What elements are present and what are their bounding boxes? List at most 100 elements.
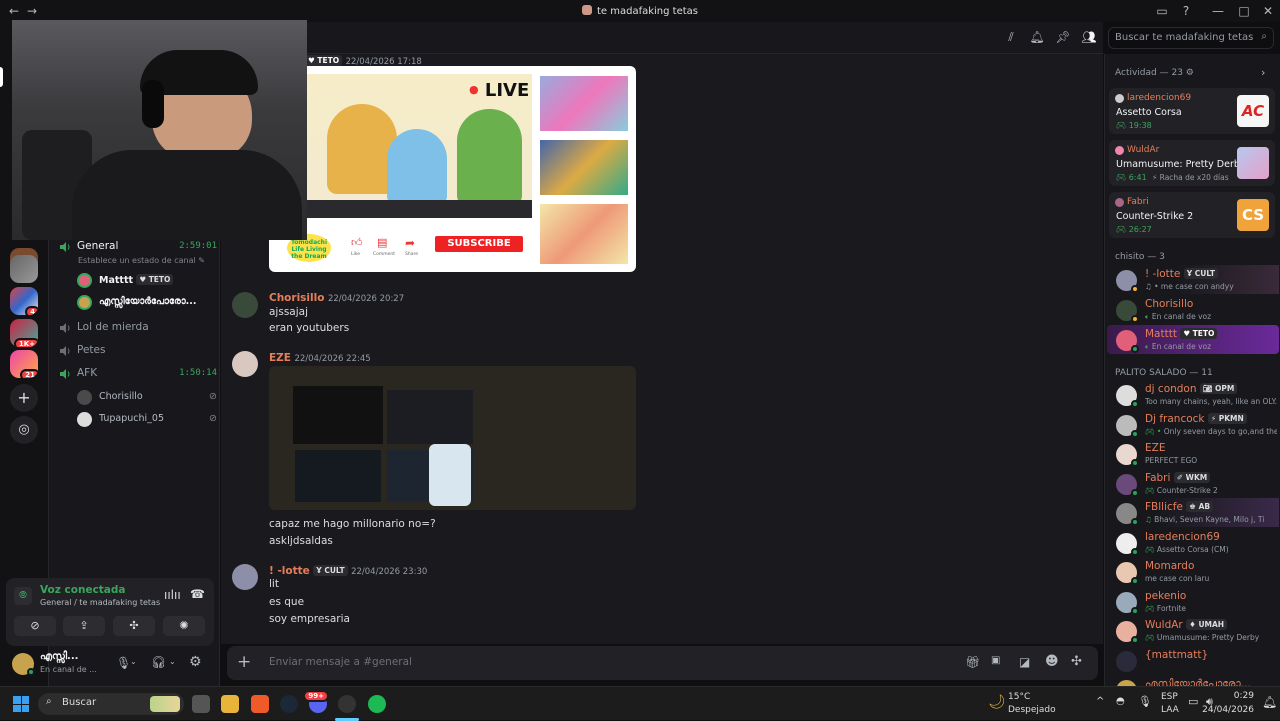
- screen-share-button[interactable]: ⇪: [63, 616, 105, 636]
- network-icon[interactable]: ▭: [1188, 695, 1198, 708]
- inbox-icon[interactable]: ▭: [1154, 3, 1170, 19]
- add-server-icon[interactable]: +: [10, 384, 38, 412]
- server-icon[interactable]: [10, 255, 38, 283]
- voice-user[interactable]: Chorisillo ⊘: [77, 388, 217, 408]
- pin-icon[interactable]: 📌︎: [1055, 30, 1071, 46]
- voice-status[interactable]: Voz conectada: [40, 584, 126, 596]
- bell-icon[interactable]: 🔔︎: [1029, 30, 1045, 46]
- windows-start-icon[interactable]: [13, 696, 29, 712]
- author-name[interactable]: Chorisillo: [269, 292, 324, 304]
- author-name[interactable]: EZE: [269, 352, 291, 364]
- voice-location[interactable]: General / te madafaking tetas: [40, 598, 160, 607]
- member-item[interactable]: laredencion69 🎮︎ Assetto Corsa (CM): [1107, 528, 1279, 557]
- activity-card[interactable]: Fabri Counter-Strike 2 🎮︎ 26:27 CS: [1109, 192, 1275, 238]
- minimize-icon[interactable]: —: [1210, 3, 1226, 19]
- emoji-icon[interactable]: ☻: [1045, 654, 1059, 669]
- file-explorer-icon[interactable]: [221, 695, 239, 713]
- chevron-right-icon[interactable]: ›: [1261, 66, 1265, 79]
- comment-icon[interactable]: ▤: [377, 236, 387, 249]
- microphone-icon[interactable]: 🎙︎: [116, 656, 131, 670]
- member-item[interactable]: {mattmatt}: [1107, 646, 1279, 675]
- avatar[interactable]: [232, 351, 258, 377]
- gear-icon[interactable]: ⚙: [189, 654, 202, 670]
- activities-button[interactable]: ✣: [113, 616, 155, 636]
- member-item[interactable]: Matttt ♥ TETO 🔈︎ En canal de voz: [1107, 325, 1279, 354]
- attach-plus-icon[interactable]: +: [237, 652, 251, 672]
- channel-petes[interactable]: Petes: [59, 343, 217, 361]
- disconnect-icon[interactable]: ☎: [190, 587, 205, 601]
- channel-status[interactable]: Establece un estado de canal ✎: [78, 256, 205, 265]
- apps-icon[interactable]: ✣: [1071, 654, 1082, 669]
- member-item[interactable]: pekenio 🎮︎ Fortnite: [1107, 587, 1279, 616]
- sticker-icon[interactable]: ◪: [1019, 655, 1030, 669]
- camera-off-button[interactable]: ⊘: [14, 616, 56, 636]
- maximize-icon[interactable]: □: [1236, 3, 1252, 19]
- webcam-overlay[interactable]: [12, 20, 307, 240]
- steam-icon[interactable]: [280, 695, 298, 713]
- image-attachment[interactable]: [269, 366, 636, 510]
- help-icon[interactable]: ?: [1178, 3, 1194, 19]
- voice-user[interactable]: Tupapuchi_05 ⊘: [77, 410, 217, 430]
- member-item[interactable]: Dj francock ⚡ PKMN 🎮︎ • Only seven days t…: [1107, 410, 1279, 439]
- avatar[interactable]: [232, 292, 258, 318]
- member-item[interactable]: WuldAr ♦ UMAH 🎮︎ Umamusume: Pretty Derby: [1107, 616, 1279, 645]
- tray-icon[interactable]: ◓: [1116, 696, 1125, 707]
- activity-card[interactable]: WuldAr Umamusume: Pretty Derby 🎮︎ 6:41 ⚡…: [1109, 140, 1275, 186]
- member-item[interactable]: dj condon 📷︎ OPM Too many chains, yeah, l…: [1107, 380, 1279, 409]
- task-view-icon[interactable]: [192, 695, 210, 713]
- server-icon[interactable]: 4: [10, 287, 38, 315]
- clock-date[interactable]: 24/04/2026: [1200, 705, 1254, 715]
- headphones-icon[interactable]: 🎧︎: [151, 655, 166, 669]
- gift-icon[interactable]: 🎁︎: [965, 655, 980, 669]
- video-controls[interactable]: [307, 200, 532, 218]
- channel-lol-de-mierda[interactable]: Lol de mierda: [59, 320, 217, 338]
- channel-afk[interactable]: AFK 1:50:14: [59, 366, 217, 384]
- member-item[interactable]: FBllicfe ♚ AB ♫ Bhavi, Seven Kayne, Milo …: [1107, 498, 1279, 527]
- like-icon[interactable]: 👍︎: [351, 236, 363, 249]
- discover-icon[interactable]: ◎: [10, 416, 38, 444]
- message-input[interactable]: Enviar mensaje a #general: [269, 656, 412, 668]
- language-code[interactable]: ESP: [1161, 692, 1178, 702]
- member-item[interactable]: Momardo me case con laru: [1107, 557, 1279, 586]
- member-item[interactable]: EZE PERFECT EGO: [1107, 439, 1279, 468]
- close-icon[interactable]: ✕: [1260, 3, 1276, 19]
- threads-icon[interactable]: ⫽: [1003, 30, 1019, 46]
- subscribe-button[interactable]: SUBSCRIBE: [435, 236, 523, 252]
- video-embed[interactable]: ● LIVE Tomodachi Life Living the Dream 👍…: [269, 66, 636, 272]
- thumbnail-preview[interactable]: [540, 140, 628, 195]
- search-input[interactable]: Buscar te madafaking tetas ⌕: [1108, 27, 1274, 49]
- voice-user[interactable]: Matttt ♥ TETO: [77, 271, 217, 291]
- obs-icon[interactable]: [338, 695, 356, 713]
- spotify-icon[interactable]: [368, 695, 386, 713]
- chevron-down-icon[interactable]: ⌄: [130, 657, 137, 666]
- discord-icon[interactable]: 99+: [303, 690, 329, 713]
- thumbnail-preview[interactable]: [540, 76, 628, 131]
- server-icon[interactable]: 21: [10, 350, 38, 378]
- weather-temp[interactable]: 15°C: [1008, 692, 1030, 702]
- brave-icon[interactable]: [251, 695, 269, 713]
- member-item[interactable]: Fabri ✐ WKM 🎮︎ Counter-Strike 2: [1107, 469, 1279, 498]
- avatar[interactable]: [232, 564, 258, 590]
- gif-icon[interactable]: ▣: [991, 655, 1000, 666]
- thumbnail-preview[interactable]: [540, 204, 628, 264]
- share-icon[interactable]: ➦: [405, 236, 415, 250]
- activity-card[interactable]: laredencion69 Assetto Corsa 🎮︎ 19:38 AC: [1109, 88, 1275, 134]
- member-list-icon[interactable]: 👥︎: [1081, 30, 1097, 46]
- server-icon[interactable]: 1K+: [10, 319, 38, 347]
- layout-code[interactable]: LAA: [1161, 705, 1179, 715]
- microphone-tray-icon[interactable]: 🎙︎: [1138, 695, 1152, 708]
- signal-icon[interactable]: ⦾: [14, 587, 32, 605]
- taskbar-search[interactable]: ⌕ Buscar: [38, 693, 184, 715]
- channel-general[interactable]: General 2:59:01: [59, 239, 217, 257]
- noise-suppression-icon[interactable]: ıılıı: [164, 588, 181, 602]
- weather-desc[interactable]: Despejado: [1008, 705, 1056, 715]
- notification-bell-icon[interactable]: 🔔︎: [1262, 695, 1277, 709]
- chevron-up-icon[interactable]: ^: [1096, 696, 1104, 707]
- message-composer[interactable]: + Enviar mensaje a #general 🎁︎ ▣ ◪ ☻ ✣: [227, 646, 1098, 680]
- author-name[interactable]: ! -lotte: [269, 565, 310, 577]
- clock-time[interactable]: 0:29: [1224, 691, 1254, 701]
- member-item[interactable]: ! -lotte Ұ CULT ♫ • me case con andyy: [1107, 265, 1279, 294]
- voice-user[interactable]: എസ്സിയോർപോരോ...: [77, 293, 217, 313]
- chevron-down-icon[interactable]: ⌄: [169, 657, 176, 666]
- member-item[interactable]: Chorisillo 🔈︎ En canal de voz: [1107, 295, 1279, 324]
